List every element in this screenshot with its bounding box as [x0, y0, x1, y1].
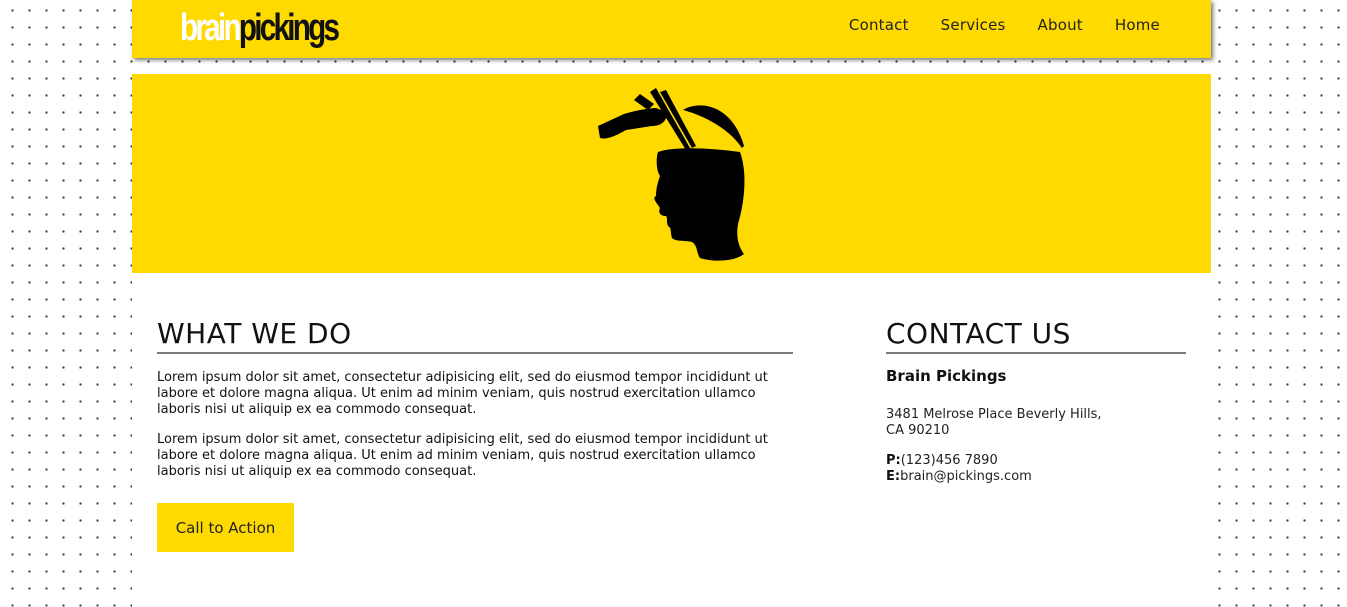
what-we-do-paragraph-1: Lorem ipsum dolor sit amet, consectetur … — [157, 370, 768, 417]
main-content: WHAT WE DO Lorem ipsum dolor sit amet, c… — [132, 274, 1211, 607]
main-nav: Home About Services Contact — [817, 0, 1160, 50]
what-we-do-paragraph-2: Lorem ipsum dolor sit amet, consectetur … — [157, 432, 768, 479]
head-silhouette-shape — [654, 148, 745, 261]
fingers-shape — [634, 94, 654, 110]
nav-link-services[interactable]: Services — [941, 16, 1006, 34]
logo-text-pickings: pickings — [238, 7, 340, 49]
email-address[interactable]: brain@pickings.com — [900, 469, 1032, 484]
email-line: E:brain@pickings.com — [886, 469, 1032, 485]
company-address: 3481 Melrose Place Beverly Hills, CA 902… — [886, 407, 1102, 439]
company-name: Brain Pickings — [886, 367, 1007, 385]
nav-link-about[interactable]: About — [1038, 16, 1083, 34]
site-header: brainpickings Home About Services Contac… — [132, 0, 1211, 58]
address-line-1: 3481 Melrose Place Beverly Hills, — [886, 407, 1102, 422]
phone-label: P: — [886, 453, 901, 468]
brand-logo[interactable]: brainpickings — [180, 5, 340, 51]
nav-link-home[interactable]: Home — [1115, 16, 1160, 34]
hand-shape — [598, 108, 667, 139]
what-we-do-heading: WHAT WE DO — [157, 318, 793, 354]
email-label: E: — [886, 469, 901, 484]
address-line-2: CA 90210 — [886, 423, 950, 438]
nav-link-contact[interactable]: Contact — [849, 16, 909, 34]
call-to-action-button[interactable]: Call to Action — [157, 503, 294, 552]
logo-text-brain: brain — [180, 7, 242, 49]
hero-banner — [132, 74, 1211, 273]
contact-us-heading: CONTACT US — [886, 318, 1186, 354]
page-wrapper: brainpickings Home About Services Contac… — [132, 0, 1211, 607]
phone-number[interactable]: (123)456 7890 — [901, 453, 998, 468]
open-head-with-hand-icon — [598, 88, 745, 261]
phone-line: P:(123)456 7890 — [886, 453, 998, 469]
